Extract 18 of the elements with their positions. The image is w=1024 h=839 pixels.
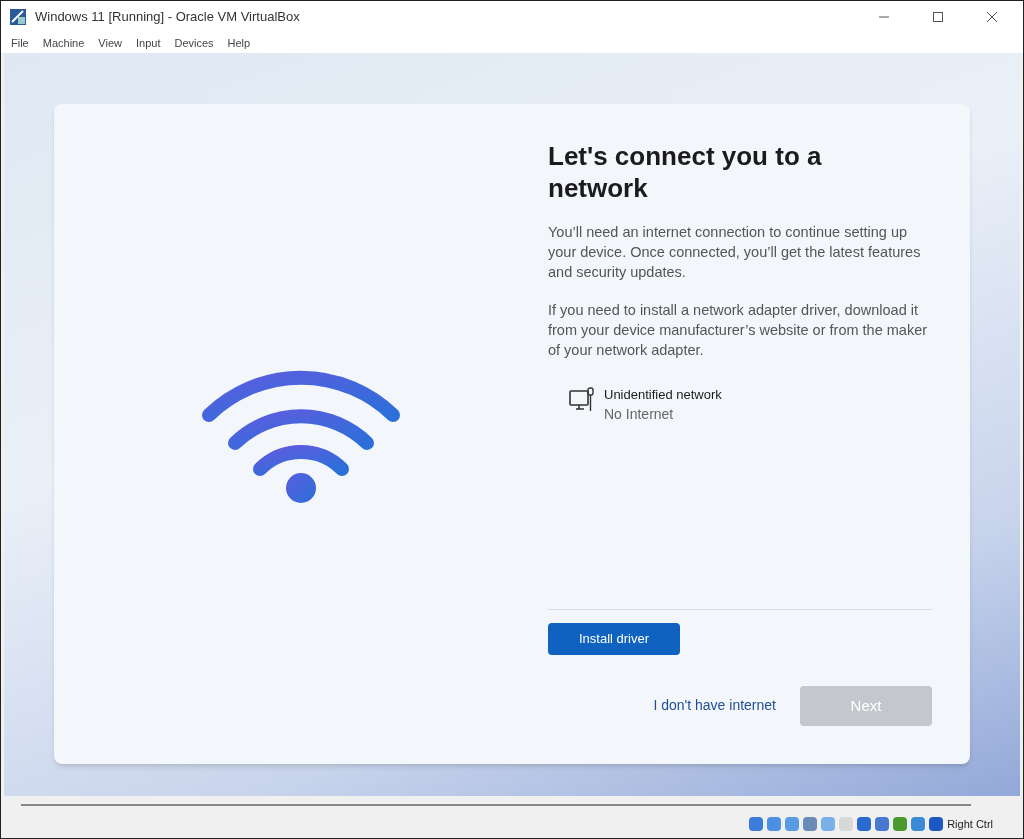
network-status: No Internet bbox=[604, 405, 675, 425]
menu-item[interactable]: Devices bbox=[174, 34, 214, 52]
host-key-label: Right Ctrl bbox=[947, 817, 993, 833]
window-title: Windows 11 [Running] - Oracle VM VirtualBox bbox=[35, 8, 300, 27]
close-icon bbox=[987, 12, 997, 22]
description-text: If you need to install a network adapter driver, download it from your device manufacturer’s website or from the maker of your network adapter. bbox=[548, 300, 929, 360]
install-driver-button[interactable]: Install driver bbox=[548, 622, 680, 655]
no-internet-link[interactable]: I don't have internet bbox=[653, 695, 776, 717]
network-name: Unidentified network bbox=[604, 385, 722, 404]
menu-item[interactable]: File bbox=[11, 34, 29, 52]
menu-item[interactable]: View bbox=[98, 34, 122, 52]
menu-item[interactable]: Machine bbox=[42, 34, 85, 52]
app-icon bbox=[9, 8, 27, 26]
menu-item[interactable]: Input bbox=[135, 34, 161, 52]
menu-item[interactable]: Help bbox=[227, 34, 251, 52]
description-text: You’ll need an internet connection to continue setting up your device. Once connected, you’ll get the latest features and security updates. bbox=[548, 222, 922, 282]
setup-heading: Let's connect you to a network bbox=[548, 139, 823, 204]
maximize-icon bbox=[933, 12, 943, 22]
